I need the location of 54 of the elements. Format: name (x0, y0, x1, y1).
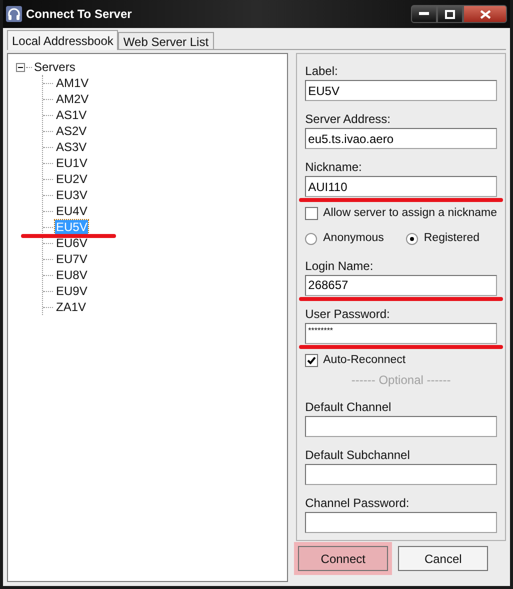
radio-button[interactable] (406, 232, 418, 245)
tree-item[interactable]: EU4V (55, 204, 88, 218)
input-field[interactable] (305, 416, 497, 437)
input-field[interactable]: EU5V (305, 80, 497, 101)
checkmark-icon (307, 356, 316, 365)
maximize-button[interactable] (437, 5, 463, 23)
field-label: User Password: (305, 306, 391, 320)
maximize-icon (445, 10, 455, 18)
tree-item[interactable]: EU1V (55, 156, 88, 170)
tree-item[interactable]: AM2V (55, 92, 90, 106)
tree-item[interactable]: EU9V (55, 284, 88, 298)
tab[interactable]: Local Addressbook (7, 30, 118, 50)
tree-item[interactable]: AS1V (55, 108, 88, 122)
input-field[interactable] (305, 512, 497, 533)
checkbox-label: Auto-Reconnect (323, 352, 406, 368)
field-label: Server Address: (305, 112, 392, 126)
tree-item[interactable]: AM1V (55, 76, 90, 90)
field-label: Default Channel (305, 400, 392, 414)
tree-item[interactable]: EU2V (55, 172, 88, 186)
close-button[interactable] (463, 5, 507, 23)
input-field[interactable]: 268657 (305, 274, 497, 296)
collapse-toggle[interactable] (16, 62, 25, 72)
radio-label: Anonymous (323, 231, 384, 246)
checkbox[interactable] (305, 207, 318, 220)
tree-item[interactable]: Servers (34, 58, 76, 76)
minimize-icon (419, 12, 429, 16)
tree-item[interactable]: EU6V (55, 236, 88, 250)
radio-button[interactable] (305, 232, 318, 245)
input-field[interactable]: eu5.ts.ivao.aero (305, 128, 497, 149)
dialog-button[interactable]: Cancel (398, 546, 488, 571)
headphones-icon (6, 6, 22, 22)
input-field[interactable]: AUI110 (305, 176, 497, 197)
checkbox[interactable] (305, 354, 318, 367)
tree-item[interactable]: EU8V (55, 268, 88, 282)
password-field[interactable]: ******** (305, 322, 497, 344)
tree-item[interactable]: EU7V (55, 252, 88, 266)
section-separator: ------ Optional ------ (351, 372, 451, 389)
tree-item[interactable]: EU3V (55, 188, 88, 202)
radio-label: Registered (424, 231, 480, 246)
dialog-button[interactable]: Connect (298, 546, 388, 571)
field-label: Channel Password: (305, 496, 410, 510)
tab[interactable]: Web Server List (118, 32, 214, 49)
field-label: Nickname: (305, 160, 363, 174)
field-label: Login Name: (305, 258, 374, 272)
minimize-button[interactable] (411, 5, 437, 23)
close-icon (480, 10, 490, 18)
field-label: Label: (305, 64, 339, 78)
checkbox-label: Allow server to assign a nickname (323, 206, 497, 221)
window-title: Connect To Server (26, 6, 132, 23)
tree-item[interactable]: ZA1V (55, 300, 88, 314)
field-label: Default Subchannel (305, 448, 411, 462)
tree-item[interactable]: AS3V (55, 140, 88, 154)
tree-item[interactable]: AS2V (55, 124, 88, 138)
input-field[interactable] (305, 464, 497, 485)
